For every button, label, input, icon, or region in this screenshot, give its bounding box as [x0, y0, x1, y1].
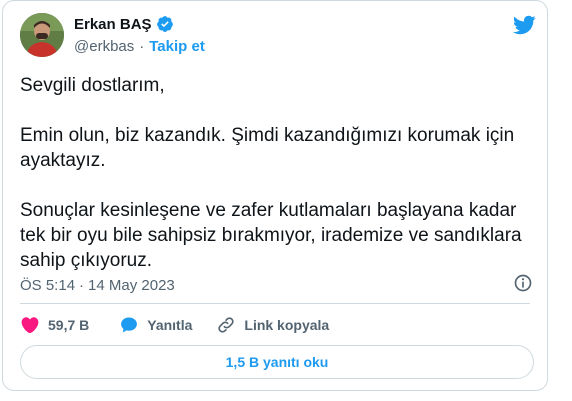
tweet-paragraph: Sonuçlar kesinleşene ve zafer kutlamalar…	[20, 200, 527, 271]
tweet-paragraph: Sevgili dostlarım,	[20, 75, 165, 96]
like-button[interactable]: 59,7 B	[20, 315, 89, 335]
author-handle[interactable]: @erkbas	[74, 38, 134, 55]
divider	[20, 303, 530, 304]
read-replies-button[interactable]: 1,5 B yanıtı oku	[20, 345, 534, 379]
tweet-paragraph: Emin olun, biz kazandık. Şimdi kazandığı…	[20, 125, 520, 171]
tweet-text: Sevgili dostlarım, Emin olun, biz kazand…	[20, 73, 535, 298]
tweet-timestamp[interactable]: ÖS 5:14 · 14 May 2023	[20, 277, 175, 294]
author-name-row: Erkan BAŞ	[74, 15, 174, 33]
separator-dot: ·	[139, 38, 145, 55]
reply-label: Yanıtla	[147, 317, 193, 333]
author-name[interactable]: Erkan BAŞ	[74, 16, 152, 33]
copy-link-label: Link kopyala	[244, 317, 330, 333]
reply-bubble-icon	[121, 317, 138, 333]
heart-icon	[21, 317, 39, 334]
avatar[interactable]	[20, 13, 64, 57]
author-handle-row: @erkbas · Takip et	[74, 38, 205, 55]
tweet-embed-card: Erkan BAŞ @erkbas · Takip et Sevgili dos…	[2, 0, 548, 391]
like-count: 59,7 B	[48, 317, 90, 333]
action-bar: 59,7 B Yanıtla Link kopyala	[20, 315, 329, 335]
tweet-date: 14 May 2023	[88, 277, 175, 294]
info-icon[interactable]	[513, 273, 533, 293]
twitter-bird-icon[interactable]	[512, 13, 536, 37]
tweet-time: ÖS 5:14	[20, 277, 76, 294]
verified-badge-icon	[156, 16, 173, 32]
separator-dot: ·	[79, 277, 85, 294]
reply-button[interactable]: Yanıtla	[119, 315, 192, 335]
follow-button[interactable]: Takip et	[149, 38, 205, 55]
copy-link-button[interactable]: Link kopyala	[216, 315, 329, 335]
link-icon	[218, 317, 235, 333]
